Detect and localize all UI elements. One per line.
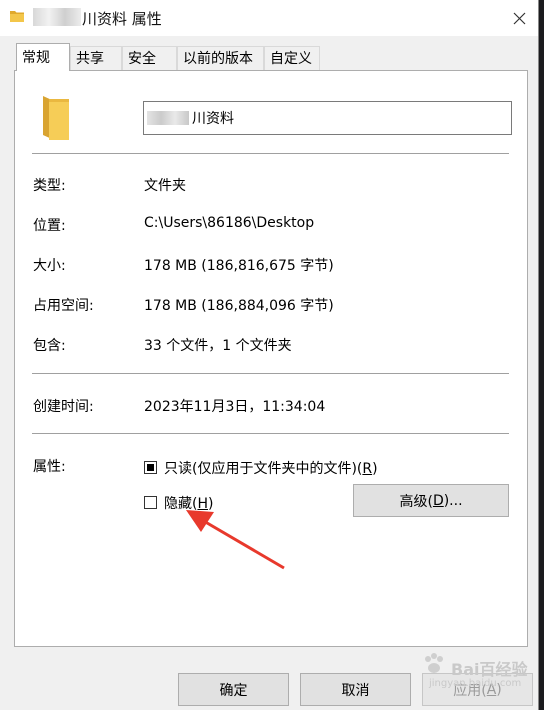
annotation-arrow-icon (186, 510, 285, 570)
watermark: Bai百经验 jingyan.baidu.com (415, 648, 535, 696)
watermark-url: jingyan.baidu.com (429, 678, 522, 689)
paw-icon (425, 653, 443, 673)
tab-general[interactable]: 常规 (16, 43, 70, 71)
tab-label: 常规 (22, 50, 50, 66)
watermark-text: Bai百经验 (451, 660, 528, 679)
